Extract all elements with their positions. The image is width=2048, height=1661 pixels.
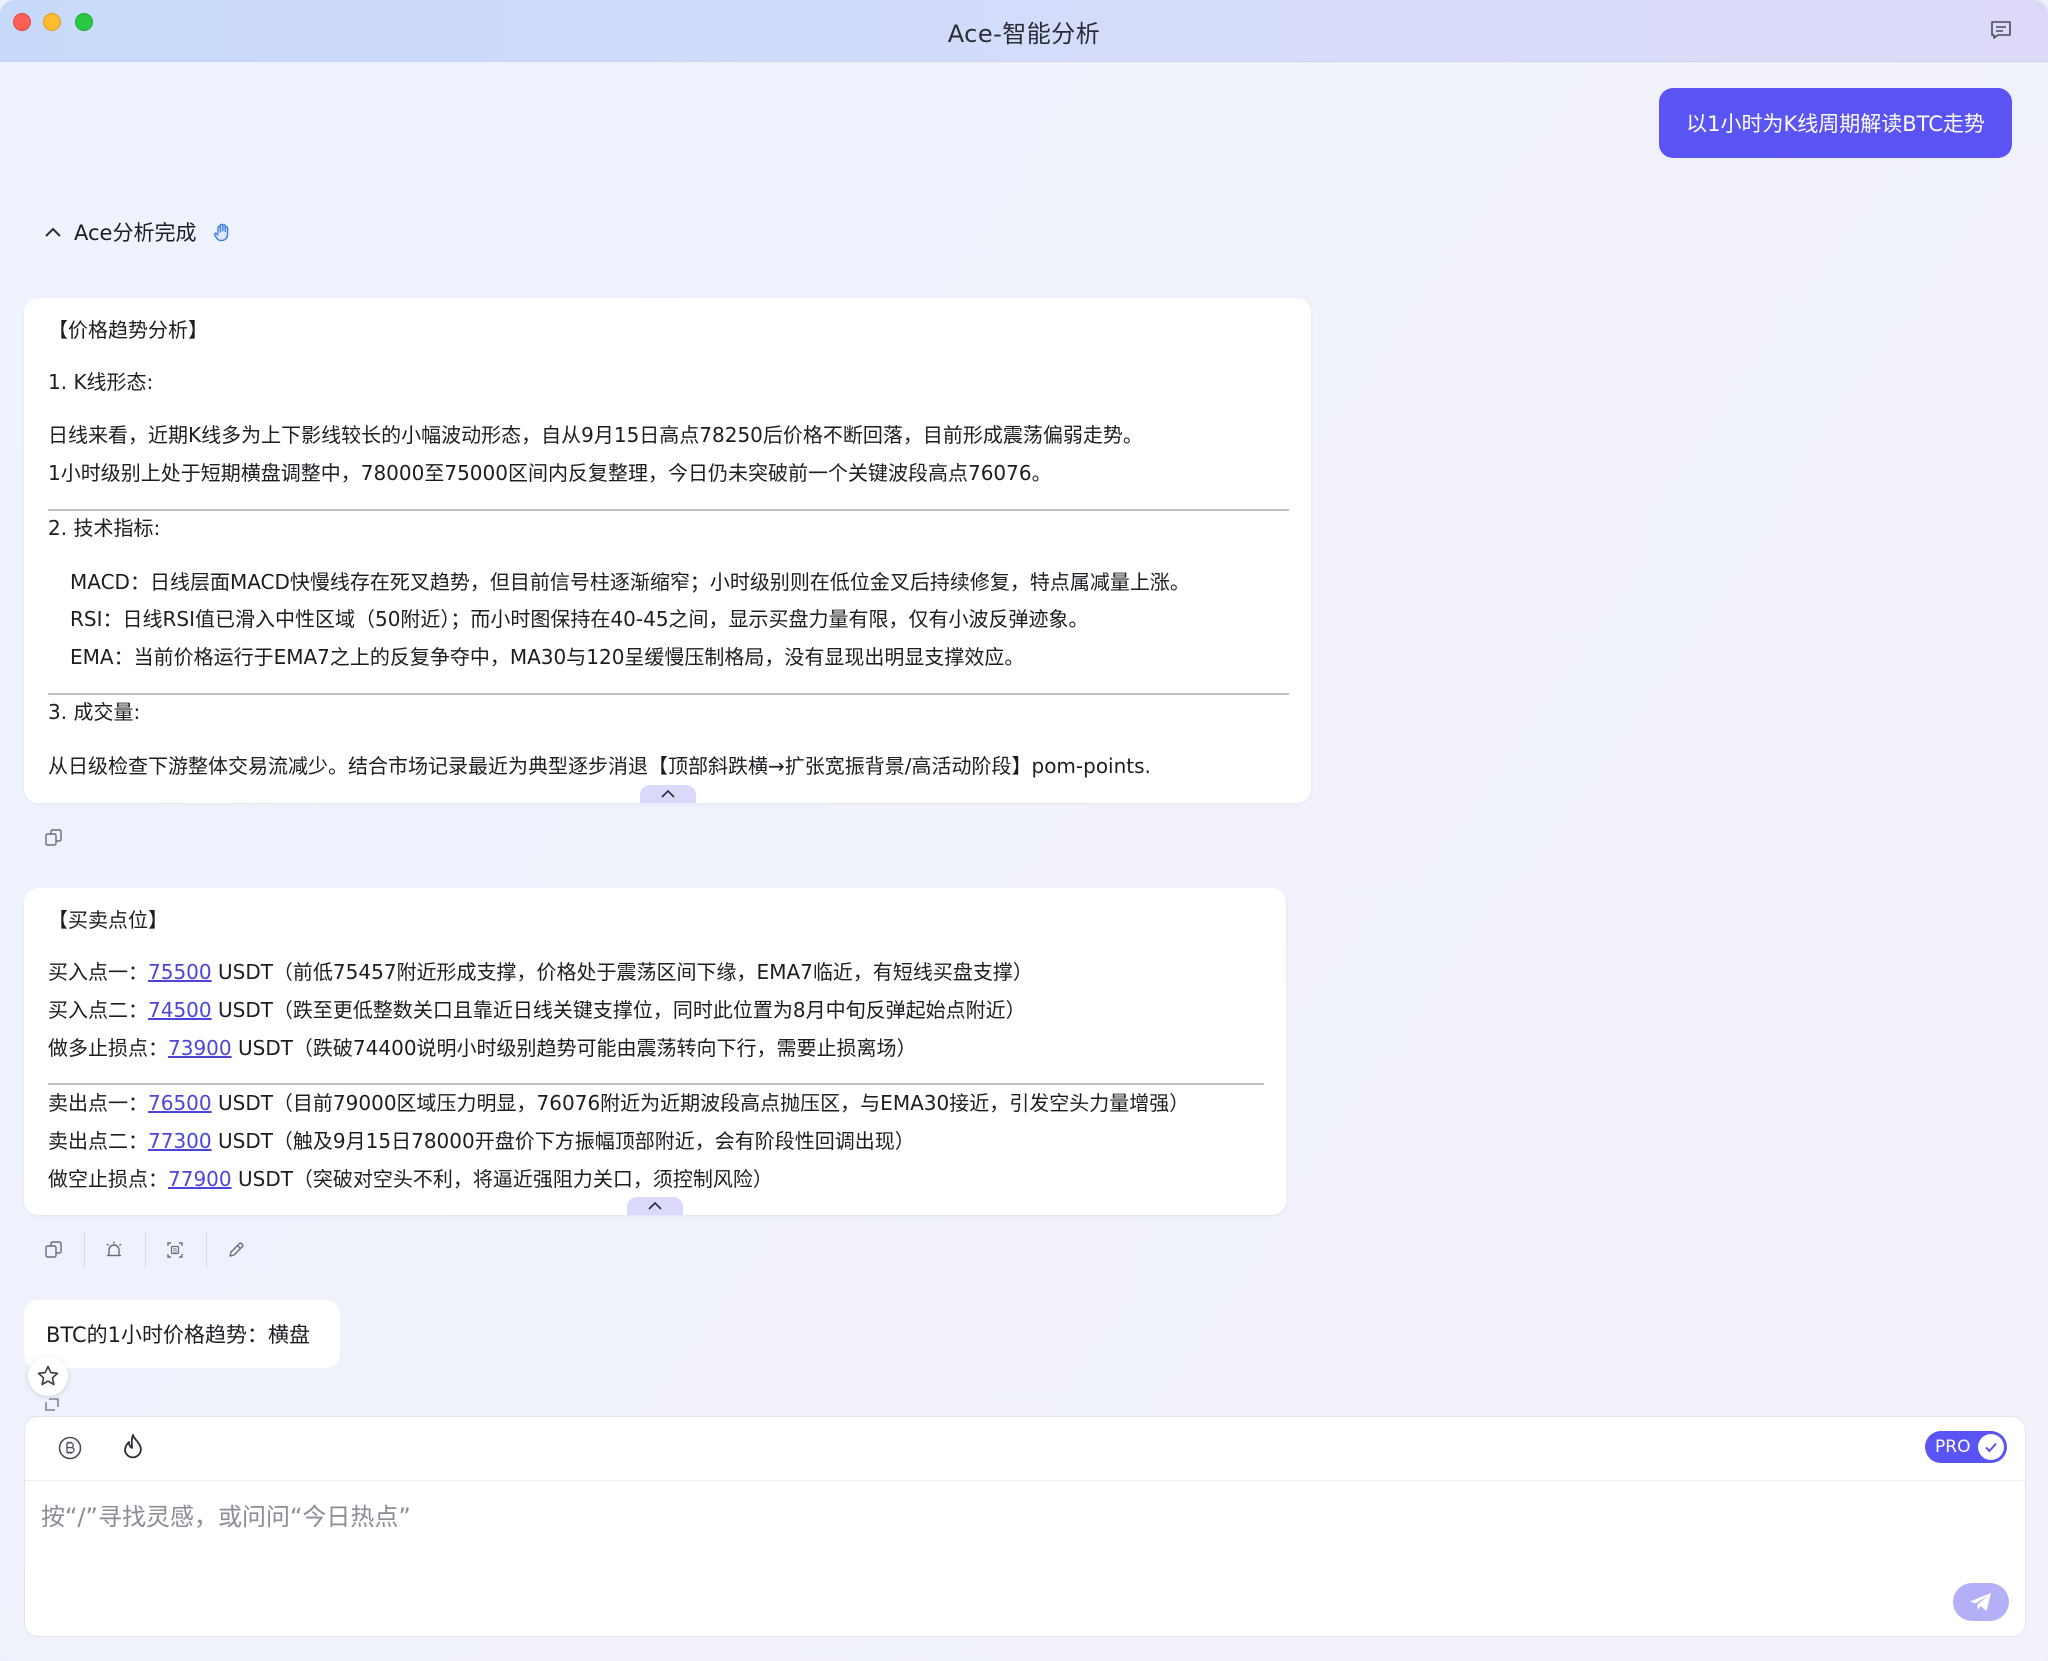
buy-point-row: 买入点一：75500 USDT（前低75457附近形成支撑，价格处于震荡区间下缘… — [48, 960, 1033, 984]
buy-point-price-link[interactable]: 74500 — [148, 998, 212, 1022]
star-icon — [37, 1365, 59, 1386]
check-icon — [1985, 1442, 1997, 1453]
send-icon — [1970, 1593, 1991, 1611]
user-message-bubble: 以1小时为K线周期解读BTC走势 — [1659, 88, 2012, 158]
analysis-text-line: RSI：日线RSI值已滑入中性区域（50附近）；而小时图保持在40-45之间，显… — [70, 607, 1089, 631]
alert-icon[interactable] — [104, 1240, 124, 1260]
title-bar: Ace-智能分析 — [0, 0, 2048, 62]
copy-icon[interactable] — [44, 1240, 64, 1260]
message-composer: PRO — [24, 1416, 2026, 1637]
stop-loss-price-link[interactable]: 77900 — [168, 1167, 232, 1191]
trend-summary-bubble: BTC的1小时价格趋势：横盘 — [24, 1300, 340, 1368]
section-title-volume: 3. 成交量: — [48, 700, 141, 724]
card-title: 【价格趋势分析】 — [48, 318, 208, 342]
trade-points-card: 【买卖点位】 买入点一：75500 USDT（前低75457附近形成支撑，价格处… — [24, 888, 1286, 1215]
section-title-kline: 1. K线形态: — [48, 370, 154, 394]
chevron-up-icon[interactable] — [42, 221, 64, 243]
divider — [48, 1083, 1264, 1085]
card-title: 【买卖点位】 — [48, 908, 168, 932]
fire-icon[interactable] — [119, 1432, 147, 1464]
window-title: Ace-智能分析 — [947, 20, 1101, 48]
edit-icon[interactable] — [226, 1240, 246, 1260]
divider — [48, 509, 1289, 511]
pro-toggle-knob — [1978, 1434, 2004, 1460]
divider — [145, 1232, 146, 1268]
analysis-text-line: 从日级检查下游整体交易流减少。结合市场记录最近为典型逐步消退【顶部斜跌横→扩张宽… — [48, 754, 1151, 778]
hand-icon — [214, 223, 229, 242]
pro-label: PRO — [1935, 1437, 1971, 1457]
buy-point-row: 买入点二：74500 USDT（跌至更低整数关口且靠近日线关键支撑位，同时此位置… — [48, 998, 1026, 1022]
divider — [206, 1232, 207, 1268]
section-title-indicators: 2. 技术指标: — [48, 516, 161, 540]
analysis-status-label: Ace分析完成 — [74, 221, 197, 245]
divider — [84, 1232, 85, 1268]
divider — [48, 693, 1289, 695]
collapse-card-button[interactable] — [627, 1197, 683, 1215]
analysis-text-line: 日线来看，近期K线多为上下影线较长的小幅波动形态，自从9月15日高点78250后… — [48, 423, 1143, 447]
favorite-button[interactable] — [28, 1356, 68, 1396]
sell-point-price-link[interactable]: 77300 — [148, 1129, 212, 1153]
sell-point-row: 卖出点二：77300 USDT（触及9月15日78000开盘价下方振幅顶部附近，… — [48, 1129, 915, 1153]
copy-icon[interactable] — [44, 828, 64, 848]
composer-toolbar: PRO — [25, 1417, 2025, 1481]
share-icon[interactable]: B — [165, 1240, 185, 1260]
sell-point-row: 卖出点一：76500 USDT（目前79000区域压力明显，76076附近为近期… — [48, 1091, 1190, 1115]
chevron-up-icon — [648, 1201, 662, 1210]
collapse-card-button[interactable] — [640, 785, 696, 803]
long-stop-loss-row: 做多止损点：73900 USDT（跌破74400说明小时级别趋势可能由震荡转向下… — [48, 1036, 917, 1060]
chat-history-icon[interactable] — [1990, 20, 2012, 40]
stop-loss-price-link[interactable]: 73900 — [168, 1036, 232, 1060]
pro-mode-toggle[interactable]: PRO — [1925, 1431, 2007, 1463]
copy-icon[interactable] — [44, 1398, 60, 1412]
buy-point-price-link[interactable]: 75500 — [148, 960, 212, 984]
send-button[interactable] — [1953, 1583, 2009, 1621]
chat-input[interactable] — [41, 1497, 1941, 1537]
bitcoin-icon[interactable] — [57, 1435, 83, 1461]
svg-text:B: B — [173, 1248, 177, 1255]
scrollbar[interactable] — [2036, 62, 2048, 1412]
sell-point-price-link[interactable]: 76500 — [148, 1091, 212, 1115]
analysis-text-line: 1小时级别上处于短期横盘调整中，78000至75000区间内反复整理，今日仍未突… — [48, 461, 1052, 485]
chevron-up-icon — [661, 789, 675, 798]
price-trend-analysis-card: 【价格趋势分析】 1. K线形态: 日线来看，近期K线多为上下影线较长的小幅波动… — [24, 298, 1311, 803]
analysis-text-line: MACD：日线层面MACD快慢线存在死叉趋势，但目前信号柱逐渐缩窄；小时级别则在… — [70, 570, 1190, 594]
app-window: Ace-智能分析 以1小时为K线周期解读BTC走势 Ace分析完成 【价格趋势分… — [0, 0, 2048, 1661]
short-stop-loss-row: 做空止损点：77900 USDT（突破对空头不利，将逼近强阻力关口，须控制风险） — [48, 1167, 773, 1191]
analysis-text-line: EMA：当前价格运行于EMA7之上的反复争夺中，MA30与120呈缓慢压制格局，… — [70, 645, 1025, 669]
analysis-status[interactable]: Ace分析完成 — [42, 216, 234, 248]
